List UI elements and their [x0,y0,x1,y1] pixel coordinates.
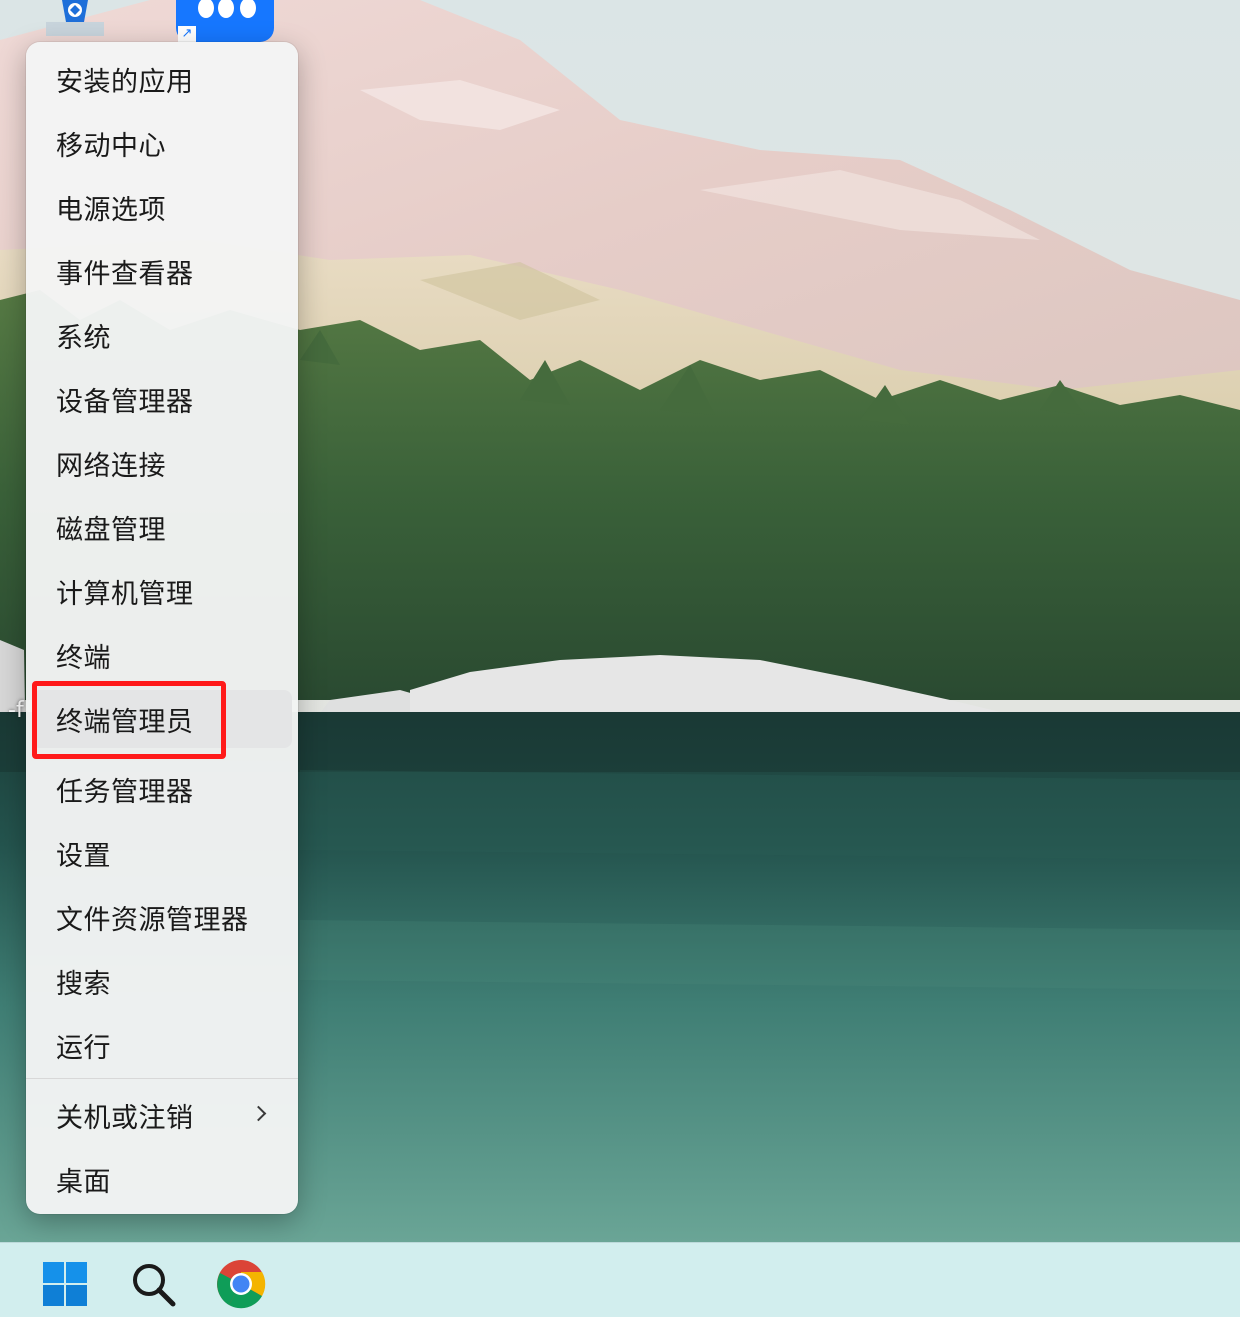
menu-item-terminal[interactable]: 终端 [32,626,292,684]
menu-item-device-manager[interactable]: 设备管理器 [32,370,292,428]
menu-item-settings[interactable]: 设置 [32,824,292,882]
menu-item-task-manager[interactable]: 任务管理器 [32,760,292,818]
menu-item-run[interactable]: 运行 [32,1016,292,1074]
menu-item-system[interactable]: 系统 [32,306,292,364]
menu-item-power-options[interactable]: 电源选项 [32,178,292,236]
windows-start-icon[interactable] [38,1257,92,1311]
chevron-right-icon [250,1105,267,1122]
menu-item-label: 设置 [56,840,111,872]
desktop-icon-label-fragment: -f [8,698,24,723]
menu-item-disk-management[interactable]: 磁盘管理 [32,498,292,556]
menu-item-shutdown-or-sign-out[interactable]: 关机或注销 [32,1086,292,1144]
menu-item-label: 移动中心 [56,130,166,162]
menu-item-file-explorer[interactable]: 文件资源管理器 [32,888,292,946]
menu-item-mobility-center[interactable]: 移动中心 [32,114,292,172]
menu-item-label: 磁盘管理 [56,514,166,546]
chrome-icon[interactable] [214,1257,268,1311]
menu-item-terminal-admin[interactable]: 终端管理员 [32,690,292,748]
taskbar [0,1242,1240,1317]
menu-item-label: 计算机管理 [56,578,194,610]
menu-item-label: 安装的应用 [56,66,194,98]
menu-item-installed-apps[interactable]: 安装的应用 [32,50,292,108]
menu-item-computer-management[interactable]: 计算机管理 [32,562,292,620]
menu-item-label: 终端管理员 [56,706,194,738]
menu-item-label: 文件资源管理器 [56,904,249,936]
menu-item-label: 桌面 [56,1166,111,1198]
menu-item-label: 系统 [56,322,111,354]
context-menu: 安装的应用 移动中心 电源选项 事件查看器 系统 设备管理器 网络连接 磁盘管理… [26,42,298,1214]
menu-item-network-connections[interactable]: 网络连接 [32,434,292,492]
search-icon[interactable] [126,1257,180,1311]
menu-separator [26,1078,298,1079]
menu-item-label: 搜索 [56,968,111,1000]
menu-item-search[interactable]: 搜索 [32,952,292,1010]
menu-item-label: 运行 [56,1032,111,1064]
app-shortcut-icon[interactable]: ↗ [176,0,274,42]
menu-item-label: 网络连接 [56,450,166,482]
menu-item-label: 电源选项 [56,194,166,226]
menu-item-label: 关机或注销 [56,1102,194,1134]
menu-item-desktop[interactable]: 桌面 [32,1150,292,1208]
menu-item-label: 终端 [56,642,111,674]
menu-item-label: 任务管理器 [56,776,194,808]
shortcut-arrow-icon: ↗ [178,26,196,42]
recycle-bin-icon[interactable] [44,0,106,36]
menu-item-label: 设备管理器 [56,386,194,418]
menu-item-label: 事件查看器 [56,258,194,290]
menu-item-event-viewer[interactable]: 事件查看器 [32,242,292,300]
